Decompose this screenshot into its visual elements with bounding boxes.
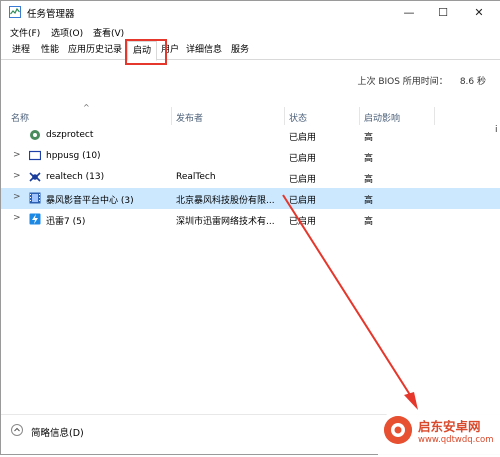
- thunder-icon: [29, 213, 41, 225]
- row-name: realtech (13): [46, 172, 105, 182]
- bios-label: 上次 BIOS 所用时间：: [357, 77, 448, 87]
- gear-icon: [30, 130, 40, 140]
- table-header: ^ 名称 发布者 状态 启动影响: [1, 103, 500, 125]
- bios-value: 8.6 秒: [459, 77, 486, 87]
- watermark-logo-icon: [384, 416, 412, 444]
- tab-details[interactable]: 详细信息: [183, 43, 225, 58]
- row-status: 已启用: [289, 175, 317, 185]
- row-status: 已启用: [289, 217, 317, 227]
- monitor-icon: [29, 150, 41, 161]
- row-publisher: RealTech: [176, 172, 216, 182]
- row-publisher: 北京暴风科技股份有限...: [176, 196, 275, 206]
- watermark-text: 启东安卓网: [418, 419, 481, 434]
- tab-services[interactable]: 服务: [226, 43, 254, 58]
- column-divider[interactable]: [434, 107, 435, 125]
- watermark-url: www.qdtwdq.com: [418, 435, 494, 445]
- row-publisher: 深圳市迅雷网络技术有...: [176, 217, 275, 227]
- table-row[interactable]: > hppusg (10) 已启用 高: [1, 146, 500, 167]
- window-title: 任务管理器: [27, 9, 75, 20]
- row-name: 迅雷7 (5): [46, 217, 86, 227]
- table-row[interactable]: dszprotect 已启用 高: [1, 125, 500, 146]
- column-divider[interactable]: [359, 107, 360, 125]
- menu-bar: 文件(F) 选项(O) 查看(V): [1, 25, 500, 41]
- row-status: 已启用: [289, 196, 317, 206]
- tab-bar: 进程 性能 应用历史记录 启动 用户 详细信息 服务: [1, 41, 500, 61]
- table-row[interactable]: > realtech (13) RealTech 已启用 高: [1, 167, 500, 188]
- tab-processes[interactable]: 进程: [7, 43, 35, 58]
- row-impact: 高: [364, 217, 374, 227]
- close-button[interactable]: ✕: [463, 1, 495, 23]
- expand-chevron-icon[interactable]: >: [13, 171, 21, 181]
- startup-tab-highlight: [125, 39, 167, 65]
- row-impact: 高: [364, 133, 374, 143]
- column-divider[interactable]: [284, 107, 285, 125]
- row-impact: 高: [364, 196, 374, 206]
- fewer-details-link[interactable]: 简略信息(D): [31, 425, 84, 439]
- clipped-text: i: [495, 125, 498, 135]
- sort-up-icon: ^: [83, 103, 90, 112]
- row-name: hppusg (10): [46, 151, 101, 161]
- menu-file[interactable]: 文件(F): [10, 26, 40, 39]
- tab-app-history[interactable]: 应用历史记录: [65, 43, 125, 58]
- row-name: 暴风影音平台中心 (3): [46, 196, 134, 206]
- column-impact[interactable]: 启动影响: [364, 111, 400, 124]
- row-status: 已启用: [289, 154, 317, 164]
- row-status: 已启用: [289, 133, 317, 143]
- menu-view[interactable]: 查看(V): [93, 26, 124, 39]
- column-status[interactable]: 状态: [289, 111, 307, 124]
- bios-time: 上次 BIOS 所用时间： 8.6 秒: [357, 74, 486, 87]
- title-bar[interactable]: 任务管理器 — ☐ ✕: [1, 1, 500, 25]
- expand-chevron-icon[interactable]: >: [13, 213, 21, 223]
- watermark: 启东安卓网 www.qdtwdq.com: [378, 410, 500, 455]
- crab-icon: [29, 172, 41, 182]
- collapse-icon[interactable]: [11, 424, 23, 436]
- maximize-button[interactable]: ☐: [427, 1, 459, 23]
- expand-chevron-icon[interactable]: >: [13, 192, 21, 202]
- row-impact: 高: [364, 175, 374, 185]
- table-row[interactable]: > 暴风影音平台中心 (3) 北京暴风科技股份有限... 已启用 高: [1, 188, 500, 209]
- task-manager-window: 任务管理器 — ☐ ✕ 文件(F) 选项(O) 查看(V) 进程 性能 应用历史…: [0, 0, 500, 455]
- menu-options[interactable]: 选项(O): [51, 26, 83, 39]
- row-impact: 高: [364, 154, 374, 164]
- expand-chevron-icon[interactable]: >: [13, 150, 21, 160]
- tab-performance[interactable]: 性能: [36, 43, 64, 58]
- column-publisher[interactable]: 发布者: [176, 111, 203, 124]
- task-manager-icon: [9, 6, 21, 18]
- minimize-button[interactable]: —: [393, 1, 425, 23]
- column-divider[interactable]: [171, 107, 172, 125]
- row-name: dszprotect: [46, 130, 94, 140]
- film-icon: [29, 192, 41, 204]
- table-row[interactable]: > 迅雷7 (5) 深圳市迅雷网络技术有... 已启用 高: [1, 209, 500, 230]
- column-name[interactable]: 名称: [11, 111, 29, 124]
